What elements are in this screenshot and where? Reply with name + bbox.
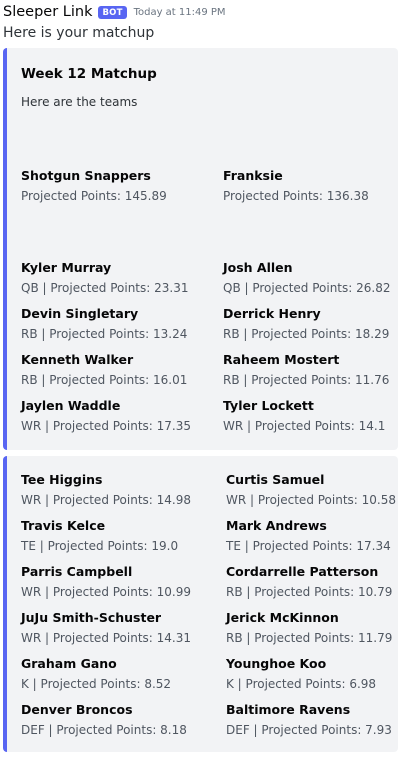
player-field-right: Derrick Henry RB | Projected Points: 18.… bbox=[223, 305, 389, 343]
player-name: Cordarrelle Patterson bbox=[226, 564, 379, 579]
matchup-embed: Week 12 Matchup Here are the teams Shotg… bbox=[3, 48, 398, 450]
team-field-left: Shotgun Snappers Projected Points: 145.8… bbox=[21, 167, 167, 205]
bench-embed: Tee Higgins WR | Projected Points: 14.98… bbox=[3, 456, 398, 752]
player-projection: RB | Projected Points: 11.79 bbox=[226, 631, 393, 645]
player-projection: WR | Projected Points: 17.35 bbox=[21, 419, 192, 433]
player-projection: RB | Projected Points: 13.24 bbox=[21, 327, 188, 341]
team-field-right: Franksie Projected Points: 136.38 bbox=[223, 167, 369, 205]
player-name: JuJu Smith-Schuster bbox=[21, 610, 162, 625]
player-name: Jaylen Waddle bbox=[21, 398, 121, 413]
player-name: Mark Andrews bbox=[226, 518, 327, 533]
player-field-right: Josh Allen QB | Projected Points: 26.82 bbox=[223, 259, 390, 297]
player-field-left: Tee Higgins WR | Projected Points: 14.98 bbox=[21, 471, 191, 509]
player-name: Curtis Samuel bbox=[226, 472, 325, 487]
player-field-left: Denver Broncos DEF | Projected Points: 8… bbox=[21, 701, 187, 739]
message-header: Sleeper Link BOT Today at 11:49 PM bbox=[3, 2, 226, 22]
player-name: Derrick Henry bbox=[223, 306, 321, 321]
player-projection: WR | Projected Points: 14.31 bbox=[21, 631, 192, 645]
player-name: Tyler Lockett bbox=[223, 398, 314, 413]
player-field-right: Younghoe Koo K | Projected Points: 6.98 bbox=[226, 655, 376, 693]
player-name: Kyler Murray bbox=[21, 260, 112, 275]
message-timestamp: Today at 11:49 PM bbox=[133, 6, 226, 18]
player-name: Devin Singletary bbox=[21, 306, 139, 321]
player-field-left: Jaylen Waddle WR | Projected Points: 17.… bbox=[21, 397, 191, 435]
player-field-left: Parris Campbell WR | Projected Points: 1… bbox=[21, 563, 191, 601]
player-name: Josh Allen bbox=[223, 260, 293, 275]
player-projection: DEF | Projected Points: 8.18 bbox=[21, 723, 187, 737]
player-field-right: Cordarrelle Patterson RB | Projected Poi… bbox=[226, 563, 392, 601]
player-field-right: Curtis Samuel WR | Projected Points: 10.… bbox=[226, 471, 396, 509]
player-projection: QB | Projected Points: 23.31 bbox=[21, 281, 189, 295]
player-name: Baltimore Ravens bbox=[226, 702, 351, 717]
team-name: Franksie bbox=[223, 168, 283, 183]
team-projected-points: Projected Points: 136.38 bbox=[223, 189, 369, 203]
player-field-right: Mark Andrews TE | Projected Points: 17.3… bbox=[226, 517, 391, 555]
player-name: Jerick McKinnon bbox=[226, 610, 339, 625]
player-projection: WR | Projected Points: 14.1 bbox=[223, 419, 386, 433]
player-field-left: Graham Gano K | Projected Points: 8.52 bbox=[21, 655, 171, 693]
player-name: Denver Broncos bbox=[21, 702, 133, 717]
player-name: Younghoe Koo bbox=[226, 656, 327, 671]
player-name: Travis Kelce bbox=[21, 518, 106, 533]
player-field-left: Kyler Murray QB | Projected Points: 23.3… bbox=[21, 259, 188, 297]
player-projection: TE | Projected Points: 17.34 bbox=[226, 539, 391, 553]
embed-title: Week 12 Matchup bbox=[21, 66, 157, 82]
player-field-left: Travis Kelce TE | Projected Points: 19.0 bbox=[21, 517, 178, 555]
player-projection: DEF | Projected Points: 7.93 bbox=[226, 723, 392, 737]
player-field-left: JuJu Smith-Schuster WR | Projected Point… bbox=[21, 609, 191, 647]
player-field-right: Tyler Lockett WR | Projected Points: 14.… bbox=[223, 397, 385, 435]
player-field-left: Kenneth Walker RB | Projected Points: 16… bbox=[21, 351, 187, 389]
team-name: Shotgun Snappers bbox=[21, 168, 151, 183]
player-name: Parris Campbell bbox=[21, 564, 133, 579]
player-field-right: Raheem Mostert RB | Projected Points: 11… bbox=[223, 351, 389, 389]
player-projection: K | Projected Points: 8.52 bbox=[21, 677, 172, 691]
player-name: Kenneth Walker bbox=[21, 352, 134, 367]
player-projection: WR | Projected Points: 10.58 bbox=[226, 493, 397, 507]
message-content: Here is your matchup bbox=[3, 25, 155, 41]
team-projected-points: Projected Points: 145.89 bbox=[21, 189, 167, 203]
bot-tag: BOT bbox=[98, 5, 127, 19]
bot-message: Sleeper Link BOT Today at 11:49 PM Here … bbox=[0, 0, 407, 758]
author-name[interactable]: Sleeper Link bbox=[3, 4, 92, 20]
player-projection: RB | Projected Points: 18.29 bbox=[223, 327, 390, 341]
player-projection: QB | Projected Points: 26.82 bbox=[223, 281, 391, 295]
player-projection: RB | Projected Points: 16.01 bbox=[21, 373, 188, 387]
player-projection: K | Projected Points: 6.98 bbox=[226, 677, 377, 691]
player-projection: RB | Projected Points: 10.79 bbox=[226, 585, 393, 599]
player-projection: WR | Projected Points: 14.98 bbox=[21, 493, 192, 507]
player-name: Graham Gano bbox=[21, 656, 117, 671]
embed-description: Here are the teams bbox=[21, 95, 138, 109]
player-field-right: Jerick McKinnon RB | Projected Points: 1… bbox=[226, 609, 392, 647]
player-projection: TE | Projected Points: 19.0 bbox=[21, 539, 179, 553]
player-name: Raheem Mostert bbox=[223, 352, 340, 367]
player-field-right: Baltimore Ravens DEF | Projected Points:… bbox=[226, 701, 392, 739]
player-name: Tee Higgins bbox=[21, 472, 103, 487]
player-projection: WR | Projected Points: 10.99 bbox=[21, 585, 192, 599]
player-projection: RB | Projected Points: 11.76 bbox=[223, 373, 390, 387]
player-field-left: Devin Singletary RB | Projected Points: … bbox=[21, 305, 187, 343]
